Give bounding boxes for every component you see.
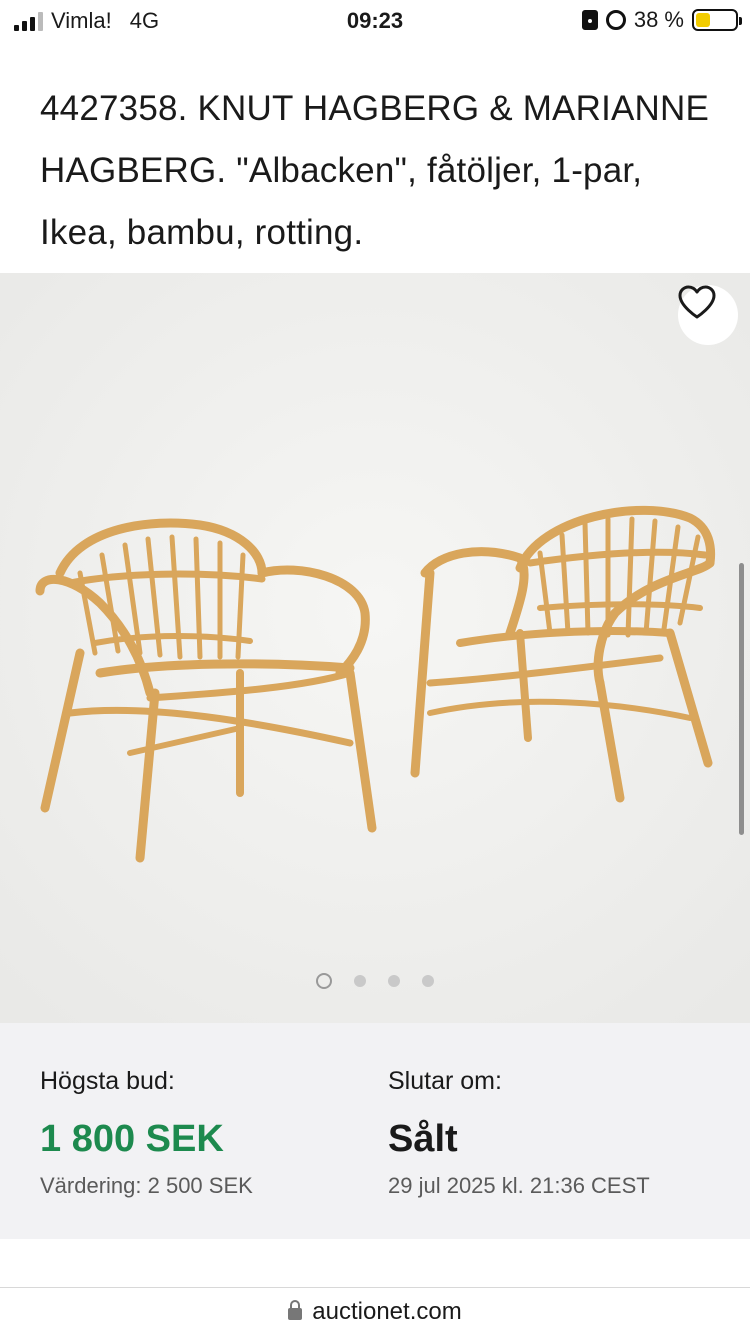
status-bar: Vimla! 4G 09:23 38 %: [0, 0, 750, 44]
page-scrollbar[interactable]: [739, 563, 744, 835]
auction-status: Sålt: [388, 1118, 458, 1160]
ends-label: Slutar om:: [388, 1067, 502, 1095]
gallery-dot[interactable]: [316, 973, 332, 989]
ends-section: Slutar om: Sålt 29 jul 2025 kl. 21:36 CE…: [388, 1067, 650, 1199]
highest-bid-section: Högsta bud: 1 800 SEK Värdering: 2 500 S…: [40, 1067, 253, 1199]
gallery-pagination: [0, 973, 750, 989]
gallery-dot[interactable]: [354, 975, 366, 987]
favorite-button[interactable]: [678, 285, 738, 345]
bid-info-panel: Högsta bud: 1 800 SEK Värdering: 2 500 S…: [0, 1023, 750, 1239]
battery-percent: 38 %: [633, 7, 684, 32]
heart-icon: [678, 285, 716, 319]
listing-title: 4427358. KNUT HAGBERG & MARIANNE HAGBERG…: [40, 89, 710, 252]
highest-bid-amount: 1 800 SEK: [40, 1118, 224, 1160]
battery-icon: [692, 9, 742, 31]
end-date: 29 jul 2025 kl. 21:36 CEST: [388, 1173, 650, 1198]
browser-url-bar[interactable]: auctionet.com: [0, 1290, 750, 1334]
image-gallery[interactable]: [0, 273, 750, 1023]
rotation-icon: [605, 10, 626, 30]
product-image: [0, 273, 750, 1023]
lock-icon: [288, 1300, 303, 1320]
gallery-dot[interactable]: [422, 975, 434, 987]
gallery-dot[interactable]: [388, 975, 400, 987]
divider: [0, 1287, 750, 1288]
status-right: 38 %: [581, 7, 742, 33]
highest-bid-label: Högsta bud:: [40, 1067, 175, 1095]
estimate-value: Värdering: 2 500 SEK: [40, 1173, 253, 1198]
url-text: auctionet.com: [312, 1298, 462, 1325]
portrait-lock-icon: [581, 10, 598, 30]
